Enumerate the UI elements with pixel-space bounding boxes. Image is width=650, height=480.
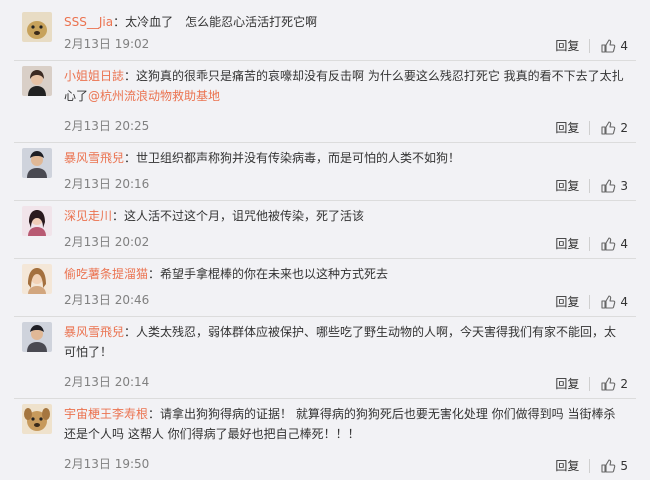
comment-text: ：希望手拿棍棒的你在未来也以这种方式死去	[148, 267, 389, 281]
comment-body: 暴风雪飛兒：人类太残忍，弱体群体应被保护、哪些吃了野生动物的人啊，今天害得我们有…	[64, 322, 628, 362]
comment-text: ：这人活不过这个月，诅咒他被传染，死了活该	[112, 209, 365, 223]
comment-item: 暴风雪飛兒：人类太残忍，弱体群体应被保护、哪些吃了野生动物的人啊，今天害得我们有…	[14, 316, 636, 399]
avatar[interactable]	[22, 12, 52, 42]
comment-time: 2月13日 19:02	[64, 37, 150, 51]
reply-button[interactable]: 回复	[555, 293, 579, 310]
avatar[interactable]	[22, 264, 52, 294]
comment-time: 2月13日 19:50	[64, 457, 150, 471]
thumbs-up-icon	[601, 376, 616, 391]
like-button[interactable]: 4	[600, 38, 628, 54]
comment-item: 偷吃薯条提溜猫：希望手拿棍棒的你在未来也以这种方式死去 2月13日 20:46 …	[14, 258, 636, 317]
comment-item: 小姐姐日誌：这狗真的很乖只是痛苦的哀嚎却没有反击啊 为什么要这么残忍打死它 我真…	[14, 60, 636, 143]
comment-actions: 回复 5	[555, 457, 628, 474]
comment-actions: 回复 2	[555, 375, 628, 392]
comment-actions: 回复 4	[555, 235, 628, 252]
reply-button[interactable]: 回复	[555, 177, 579, 194]
comment-actions: 回复 2	[555, 119, 628, 136]
avatar[interactable]	[22, 148, 52, 178]
like-count: 4	[620, 294, 628, 309]
avatar[interactable]	[22, 66, 52, 96]
reply-button[interactable]: 回复	[555, 457, 579, 474]
comment-text: ：太冷血了 怎么能忍心活活打死它啊	[113, 15, 318, 29]
username-link[interactable]: 小姐姐日誌	[64, 69, 124, 83]
like-button[interactable]: 2	[600, 376, 628, 392]
like-button[interactable]: 2	[600, 120, 628, 136]
reply-button[interactable]: 回复	[555, 37, 579, 54]
username-link[interactable]: 偷吃薯条提溜猫	[64, 267, 148, 281]
comment-time: 2月13日 20:25	[64, 119, 150, 133]
avatar[interactable]	[22, 322, 52, 352]
comment-body: 深见走川：这人活不过这个月，诅咒他被传染，死了活该	[64, 206, 628, 226]
comment-text: ：人类太残忍，弱体群体应被保护、哪些吃了野生动物的人啊，今天害得我们有家不能回，…	[64, 325, 617, 359]
thumbs-up-icon	[601, 38, 616, 53]
reply-button[interactable]: 回复	[555, 375, 579, 392]
comment-body: SSS__Jia：太冷血了 怎么能忍心活活打死它啊	[64, 12, 628, 32]
mention-link[interactable]: @杭州流浪动物救助基地	[88, 89, 220, 103]
comment-actions: 回复 3	[555, 177, 628, 194]
comment-body: 小姐姐日誌：这狗真的很乖只是痛苦的哀嚎却没有反击啊 为什么要这么残忍打死它 我真…	[64, 66, 628, 106]
comment-actions: 回复 4	[555, 293, 628, 310]
divider	[589, 38, 591, 53]
comment-time: 2月13日 20:02	[64, 235, 150, 249]
thumbs-up-icon	[601, 236, 616, 251]
like-count: 2	[620, 120, 628, 135]
comment-time: 2月13日 20:16	[64, 177, 150, 191]
reply-button[interactable]: 回复	[555, 235, 579, 252]
username-link[interactable]: 深见走川	[64, 209, 112, 223]
comment-item: SSS__Jia：太冷血了 怎么能忍心活活打死它啊 2月13日 19:02 回复…	[14, 6, 636, 61]
comment-actions: 回复 4	[555, 37, 628, 54]
like-button[interactable]: 3	[600, 178, 628, 194]
comment-text: ：世卫组织都声称狗并没有传染病毒，而是可怕的人类不如狗！	[124, 151, 461, 165]
comment-item: 深见走川：这人活不过这个月，诅咒他被传染，死了活该 2月13日 20:02 回复…	[14, 200, 636, 259]
username-link[interactable]: 宇宙梗王李寿根	[64, 407, 148, 421]
comment-list: SSS__Jia：太冷血了 怎么能忍心活活打死它啊 2月13日 19:02 回复…	[0, 0, 650, 480]
avatar[interactable]	[22, 206, 52, 236]
comment-body: 暴风雪飛兒：世卫组织都声称狗并没有传染病毒，而是可怕的人类不如狗！	[64, 148, 628, 168]
divider	[589, 120, 591, 135]
like-count: 2	[620, 376, 628, 391]
thumbs-up-icon	[601, 294, 616, 309]
thumbs-up-icon	[601, 178, 616, 193]
comment-time: 2月13日 20:14	[64, 375, 150, 389]
divider	[589, 376, 591, 391]
like-button[interactable]: 5	[600, 458, 628, 474]
avatar[interactable]	[22, 404, 52, 434]
like-count: 3	[620, 178, 628, 193]
like-button[interactable]: 4	[600, 236, 628, 252]
username-link[interactable]: SSS__Jia	[64, 15, 113, 29]
divider	[589, 294, 591, 309]
comment-item: 暴风雪飛兒：世卫组织都声称狗并没有传染病毒，而是可怕的人类不如狗！ 2月13日 …	[14, 142, 636, 201]
comment-body: 宇宙梗王李寿根：请拿出狗狗得病的证据！ 就算得病的狗狗死后也要无害化处理 你们做…	[64, 404, 628, 444]
username-link[interactable]: 暴风雪飛兒	[64, 325, 124, 339]
divider	[589, 178, 591, 193]
comment-item: 宇宙梗王李寿根：请拿出狗狗得病的证据！ 就算得病的狗狗死后也要无害化处理 你们做…	[14, 398, 636, 480]
thumbs-up-icon	[601, 120, 616, 135]
like-count: 5	[620, 458, 628, 473]
comment-time: 2月13日 20:46	[64, 293, 150, 307]
like-count: 4	[620, 38, 628, 53]
comment-body: 偷吃薯条提溜猫：希望手拿棍棒的你在未来也以这种方式死去	[64, 264, 628, 284]
thumbs-up-icon	[601, 458, 616, 473]
username-link[interactable]: 暴风雪飛兒	[64, 151, 124, 165]
like-count: 4	[620, 236, 628, 251]
like-button[interactable]: 4	[600, 294, 628, 310]
divider	[589, 236, 591, 251]
divider	[589, 458, 591, 473]
reply-button[interactable]: 回复	[555, 119, 579, 136]
